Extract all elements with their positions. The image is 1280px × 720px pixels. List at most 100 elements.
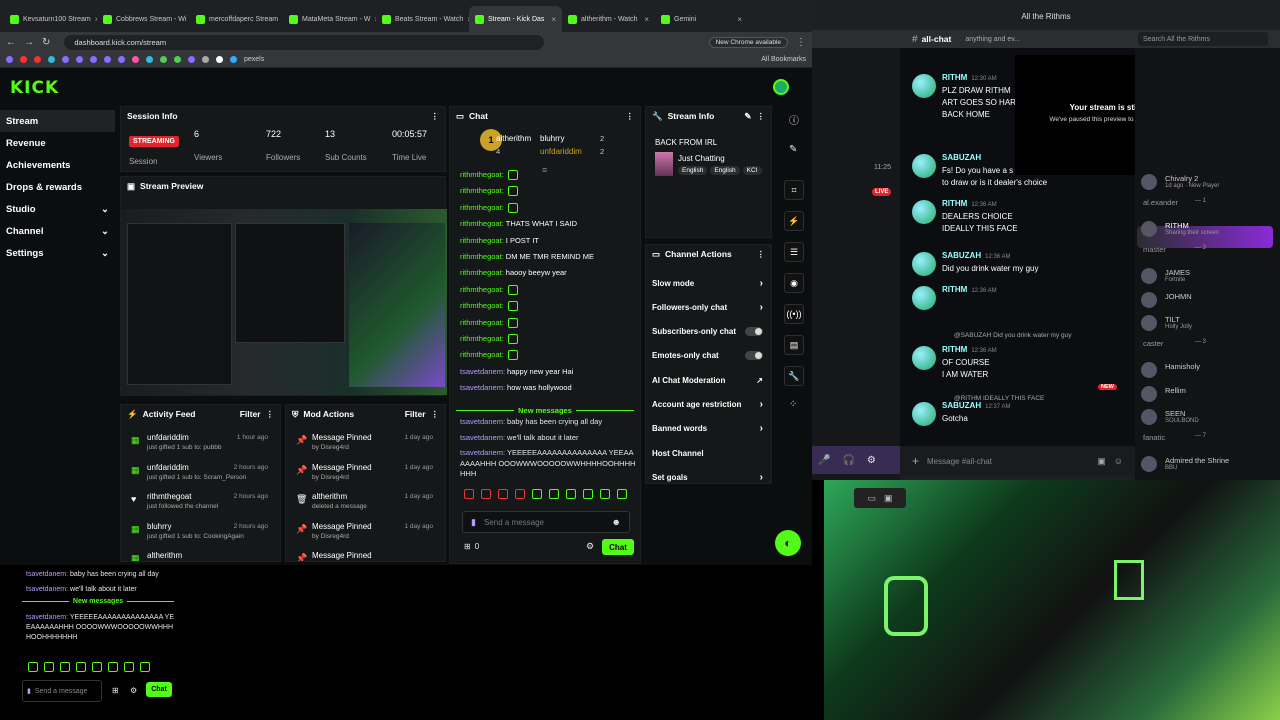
chat-username[interactable]: rithmthegoat: (460, 219, 504, 228)
channel-action-account-age-restriction[interactable]: Account age restriction › (652, 393, 763, 417)
chevron-down-icon[interactable]: ⌄ (101, 248, 109, 259)
activity-row[interactable]: ▦ altherithm (131, 551, 274, 561)
user-avatar[interactable] (912, 200, 936, 224)
browser-tab[interactable]: MataMeta Stream - W× (283, 6, 376, 32)
member-name[interactable]: al.exander (1143, 198, 1178, 207)
member-name[interactable]: Admired the Shrine (1165, 456, 1229, 465)
member-avatar[interactable] (1141, 315, 1157, 331)
url-input[interactable]: dashboard.kick.com/stream (64, 34, 545, 50)
message-author[interactable]: RITHM (942, 285, 967, 294)
member-name[interactable]: Chivalry 2 (1165, 174, 1198, 183)
chat-username[interactable]: rithmthegoat: (460, 252, 504, 261)
browser-tab[interactable]: Stream - Kick Das × (469, 6, 562, 32)
all-bookmarks[interactable]: All Bookmarks (761, 56, 806, 63)
gear-icon[interactable]: ⚙ (586, 541, 594, 552)
gift-icon[interactable]: ⊞ (464, 542, 471, 551)
chat-username[interactable]: tsavetdanem: (460, 448, 505, 457)
chevron-right-icon[interactable]: › (760, 399, 763, 410)
edit-icon[interactable]: ✎ (744, 111, 751, 122)
channel-action-banned-words[interactable]: Banned words › (652, 417, 763, 441)
chat-username[interactable]: tsavetdanem: (460, 417, 505, 426)
close-icon[interactable]: × (737, 15, 742, 24)
chat-username[interactable]: tsavetdanem: (460, 433, 505, 442)
user-avatar[interactable] (912, 252, 936, 276)
mini-send-button[interactable]: Chat (146, 682, 172, 697)
member-name[interactable]: caster (1143, 339, 1163, 348)
discord-message-input[interactable]: + Message #all-chat ▣ ☺ (900, 446, 1135, 476)
activity-row[interactable]: ▦ unfdariddim just gifted 1 sub to: pubbb 1… (131, 433, 274, 463)
channel-action-set-goals[interactable]: Set goals › (652, 465, 763, 489)
bookmark-pexels[interactable]: pexels (244, 56, 264, 63)
more-icon[interactable]: ⋮ (266, 409, 275, 420)
gifter-name[interactable]: unfdariddim (540, 147, 582, 156)
chevron-down-icon[interactable]: ⌄ (101, 226, 109, 237)
member-name[interactable]: Rellim (1165, 386, 1186, 395)
chat-username[interactable]: rithmthegoat: (460, 170, 504, 179)
info-icon[interactable]: ⓘ (789, 112, 799, 127)
browser-tab[interactable]: Kevsaturn100 Stream× (4, 6, 97, 32)
search-input[interactable]: Search All the Rithms (1138, 32, 1268, 46)
user-avatar[interactable] (912, 286, 936, 310)
channel-action-emotes-only-chat[interactable]: Emotes-only chat (652, 344, 763, 368)
member-avatar[interactable] (1141, 409, 1157, 425)
scene-icon[interactable]: ⌗ (784, 180, 804, 200)
activity-filter-button[interactable]: Filter (240, 409, 261, 419)
chat-username[interactable]: rithmthegoat: (460, 236, 504, 245)
browser-tab[interactable]: Gemini × (655, 6, 748, 32)
mod-filter-button[interactable]: Filter (405, 409, 426, 419)
user-avatar[interactable] (912, 74, 936, 98)
toggle-switch[interactable] (745, 351, 763, 361)
chat-username[interactable]: rithmthegoat: (460, 186, 504, 195)
emoji-icon[interactable]: ☻ (612, 517, 621, 527)
browser-tab[interactable]: altherithm - Watch × (562, 6, 655, 32)
user-avatar[interactable] (912, 346, 936, 370)
channel-action-subscribers-only-chat[interactable]: Subscribers-only chat (652, 320, 763, 344)
chat-username[interactable]: rithmthegoat: (460, 268, 504, 277)
sidebar-item-revenue[interactable]: Revenue (0, 132, 115, 154)
close-icon[interactable]: × (644, 15, 649, 24)
plus-icon[interactable]: + (912, 454, 919, 468)
emoji-icon[interactable]: ☺ (1114, 456, 1123, 466)
message-author[interactable]: SABUZAH (942, 153, 981, 162)
activity-row[interactable]: ▦ unfdariddim just gifted 1 sub to: Scram_… (131, 463, 274, 493)
member-avatar[interactable] (1141, 385, 1157, 402)
help-button[interactable]: ◐ (775, 530, 801, 556)
more-icon[interactable]: ⋮ (626, 111, 635, 122)
more-icon[interactable]: ⋮ (431, 409, 440, 420)
settings-icon[interactable]: ⚙ (867, 455, 876, 466)
chevron-right-icon[interactable]: › (760, 423, 763, 434)
channel-action-ai-chat-moderation[interactable]: AI Chat Moderation ↗ (652, 368, 763, 392)
notes-icon[interactable]: ☰ (784, 242, 804, 262)
mic-icon[interactable]: 🎤 (818, 455, 830, 466)
message-author[interactable]: RITHM (942, 199, 967, 208)
channel-name[interactable]: all-chat (922, 34, 952, 44)
chevron-down-icon[interactable]: ⌄ (101, 204, 109, 215)
gifter-name[interactable]: bluhrry (540, 134, 564, 143)
activity-row[interactable]: ▦ bluhrry just gifted 1 sub to: CookingAga… (131, 522, 274, 552)
message-author[interactable]: RITHM (942, 73, 967, 82)
tag-chip[interactable]: English (678, 166, 708, 175)
emote-bar[interactable] (462, 489, 632, 503)
menu-icon[interactable]: ⋮ (796, 37, 806, 48)
member-name[interactable]: TILT (1165, 315, 1180, 324)
sidebar-item-studio[interactable]: Studio ⌄ (0, 198, 115, 220)
avatar[interactable] (773, 79, 789, 95)
sidebar-item-channel[interactable]: Channel ⌄ (0, 220, 115, 242)
video-controls[interactable]: ▭ ▣ (854, 488, 906, 508)
bolt-icon[interactable]: ⚡ (784, 211, 804, 231)
back-icon[interactable]: ← (6, 37, 16, 48)
chevron-right-icon[interactable]: › (760, 472, 763, 483)
browser-tab[interactable]: Beats Stream - Watch× (376, 6, 469, 32)
gifter-name[interactable]: altherithm (496, 134, 531, 143)
member-avatar[interactable] (1141, 268, 1157, 284)
reload-icon[interactable]: ↻ (42, 37, 50, 48)
apps-icon[interactable]: ⁘ (789, 399, 797, 410)
tools-icon[interactable]: 🔧 (784, 366, 804, 386)
chat-username[interactable]: tsavetdanem: (460, 383, 505, 392)
activity-row[interactable]: ♥ rithmthegoat just followed the channel 2 … (131, 492, 274, 522)
mod-row[interactable]: 📌 Message Pinned (296, 551, 439, 561)
member-avatar[interactable] (1141, 221, 1157, 237)
chat-username[interactable]: rithmthegoat: (460, 334, 504, 343)
gear-icon[interactable]: ⚙ (130, 686, 137, 695)
headphones-icon[interactable]: 🎧 (842, 455, 854, 466)
